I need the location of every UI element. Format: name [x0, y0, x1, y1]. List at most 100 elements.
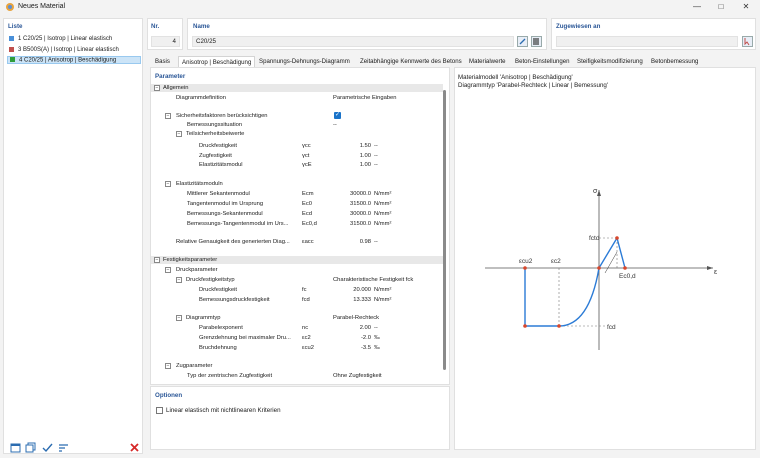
- parameter-header: Parameter: [155, 73, 186, 80]
- nr-field[interactable]: 4: [151, 36, 180, 47]
- tab-materialwerte[interactable]: Materialwerte: [466, 56, 509, 67]
- collapse-icon[interactable]: −: [176, 277, 182, 283]
- ec2-label: εc2: [551, 258, 561, 265]
- name-box: Name C20/25: [187, 18, 547, 50]
- param-row[interactable]: Mittlerer Sekantenmodul Ecm 30000.0 N/mm²: [151, 190, 443, 198]
- color-swatch: [9, 35, 14, 41]
- new-item-icon[interactable]: [10, 442, 21, 453]
- options-header: Optionen: [155, 392, 183, 399]
- title-bar: Neues Material — □ ✕: [0, 0, 760, 14]
- point-ec2: [557, 324, 561, 328]
- nr-box: Nr. 4: [147, 18, 183, 50]
- minimize-button[interactable]: —: [686, 1, 708, 13]
- collapse-icon[interactable]: −: [165, 113, 171, 119]
- param-row[interactable]: Diagrammdefinition Parametrische Eingaben: [151, 94, 443, 102]
- linear-elastic-label: Linear elastisch mit nichtlinearen Krite…: [166, 407, 281, 414]
- tab-basis[interactable]: Basis: [152, 56, 173, 67]
- collapse-icon[interactable]: −: [176, 315, 182, 321]
- tab-betonbemessung[interactable]: Betonbemessung: [648, 56, 701, 67]
- param-row[interactable]: − Teilsicherheitsbeiwerte: [151, 130, 443, 138]
- param-row[interactable]: − Zugparameter: [151, 362, 443, 370]
- check-item-icon[interactable]: [42, 442, 53, 453]
- app-icon: [6, 3, 14, 11]
- param-row[interactable]: Parabelexponent nc 2.00 --: [151, 324, 443, 332]
- tab-zeitabhaengige[interactable]: Zeitabhängige Kennwerte des Betons: [357, 56, 465, 67]
- stress-strain-curve: [524, 236, 626, 327]
- assigned-field[interactable]: [556, 36, 738, 47]
- param-row[interactable]: Bemessungs-Tangentenmodul im Urs... Ec0,d…: [151, 220, 443, 228]
- diagram-panel: Materialmodell 'Anisotrop | Beschädigung…: [454, 67, 756, 450]
- delete-icon[interactable]: [129, 442, 140, 453]
- library-icon[interactable]: [531, 36, 542, 47]
- list-header: Liste: [8, 23, 23, 30]
- name-label: Name: [193, 23, 210, 30]
- collapse-icon[interactable]: −: [165, 267, 171, 273]
- param-row[interactable]: Bemessungs-Sekantenmodul Ecd 30000.0 N/mm²: [151, 210, 443, 218]
- sigma-label: σ: [593, 188, 598, 195]
- stress-strain-diagram: σ ε εcu2 εc2 fcd fctd Ec0,d: [485, 188, 717, 350]
- param-row[interactable]: Bruchdehnung εcu2 -3.5 ‰: [151, 344, 443, 352]
- collapse-icon[interactable]: −: [176, 131, 182, 137]
- param-row[interactable]: Typ der zentrischen Zugfestigkeit Ohne Zu…: [151, 372, 443, 380]
- assigned-label: Zugewiesen an: [556, 23, 601, 30]
- copy-item-icon[interactable]: [25, 442, 36, 453]
- param-row[interactable]: Bemessungssituation --: [151, 121, 443, 129]
- close-button[interactable]: ✕: [735, 1, 757, 13]
- fcd-label: fcd: [607, 324, 616, 331]
- point-fctd: [615, 236, 619, 240]
- param-row[interactable]: − Sicherheitsfaktoren berücksichtigen ✓: [151, 112, 443, 120]
- param-row[interactable]: Zugfestigkeit γct 1.00 --: [151, 152, 443, 160]
- color-swatch: [10, 57, 15, 62]
- param-row[interactable]: Druckfestigkeit γcc 1.50 --: [151, 142, 443, 150]
- tab-beton-einstellungen[interactable]: Beton-Einstellungen: [512, 56, 573, 67]
- fctd-label: fctd: [589, 235, 600, 242]
- point-ecu2: [523, 324, 527, 328]
- tab-spannungs-dehnungs[interactable]: Spannungs-Dehnungs-Diagramm: [256, 56, 353, 67]
- param-row[interactable]: − Diagrammtyp Parabel-Rechteck: [151, 314, 443, 322]
- material-list-panel: Liste 1 C20/25 | Isotrop | Linear elasti…: [3, 18, 143, 454]
- tab-bar: Basis Anisotrop | Beschädigung Spannungs…: [150, 56, 756, 67]
- param-row[interactable]: Grenzdehnung bei maximaler Dru... εc2 -2.0…: [151, 334, 443, 342]
- scrollbar[interactable]: [443, 90, 446, 370]
- parameter-panel: Parameter − Allgemein Diagrammdefinition P…: [150, 67, 450, 385]
- list-item-selected[interactable]: 4 C20/25 | Anisotrop | Beschädigung: [7, 56, 141, 64]
- param-row[interactable]: Bemessungsdruckfestigkeit fcd 13.333 N/mm²: [151, 296, 443, 304]
- point-ecu2-axis: [523, 266, 527, 270]
- param-row[interactable]: Druckfestigkeit fc 20.000 N/mm²: [151, 286, 443, 294]
- sicherheit-checkbox[interactable]: ✓: [334, 112, 341, 119]
- param-row[interactable]: Elastizitätsmodul γcE 1.00 --: [151, 161, 443, 169]
- param-row[interactable]: − Druckfestigkeitstyp Charakteristische Fe…: [151, 276, 443, 284]
- param-row[interactable]: Tangentenmodul im Ursprung Ec0 31500.0 N/mm…: [151, 200, 443, 208]
- collapse-icon[interactable]: −: [154, 257, 160, 263]
- collapse-icon[interactable]: −: [165, 181, 171, 187]
- param-row[interactable]: Relative Genauigkeit des generierten Dia…: [151, 238, 443, 246]
- options-panel: Optionen Linear elastisch mit nichtlinea…: [150, 386, 450, 450]
- group-allgemein[interactable]: − Allgemein: [151, 84, 443, 92]
- list-item[interactable]: 1 C20/25 | Isotrop | Linear elastisch: [7, 35, 141, 43]
- name-field[interactable]: C20/25: [192, 36, 514, 47]
- tab-steifigkeit[interactable]: Steifigkeitsmodifizierung: [574, 56, 646, 67]
- y-axis-arrow: [597, 190, 601, 196]
- color-swatch: [9, 46, 14, 52]
- list-item[interactable]: 3 B500S(A) | Isotrop | Linear elastisch: [7, 46, 141, 54]
- tab-anisotrop[interactable]: Anisotrop | Beschädigung: [178, 56, 256, 67]
- assigned-box: Zugewiesen an: [551, 18, 756, 50]
- sort-items-icon[interactable]: [58, 442, 69, 453]
- group-festigkeit[interactable]: − Festigkeitsparameter: [151, 256, 443, 264]
- param-row[interactable]: − Elastizitätsmoduln: [151, 180, 443, 188]
- window-title: Neues Material: [18, 3, 66, 10]
- ecu2-label: εcu2: [519, 258, 533, 265]
- maximize-button[interactable]: □: [710, 1, 732, 13]
- edit-name-icon[interactable]: [517, 36, 528, 47]
- nr-label: Nr.: [151, 23, 160, 30]
- select-cursor-icon[interactable]: [742, 36, 753, 47]
- collapse-icon[interactable]: −: [165, 363, 171, 369]
- linear-elastic-checkbox[interactable]: [156, 407, 163, 414]
- x-axis-arrow: [707, 266, 713, 270]
- point-tension-end: [623, 266, 627, 270]
- ec0d-label: Ec0,d: [619, 273, 636, 280]
- param-row[interactable]: − Druckparameter: [151, 266, 443, 274]
- collapse-icon[interactable]: −: [154, 85, 160, 91]
- point-origin: [597, 266, 601, 270]
- epsilon-label: ε: [714, 269, 717, 276]
